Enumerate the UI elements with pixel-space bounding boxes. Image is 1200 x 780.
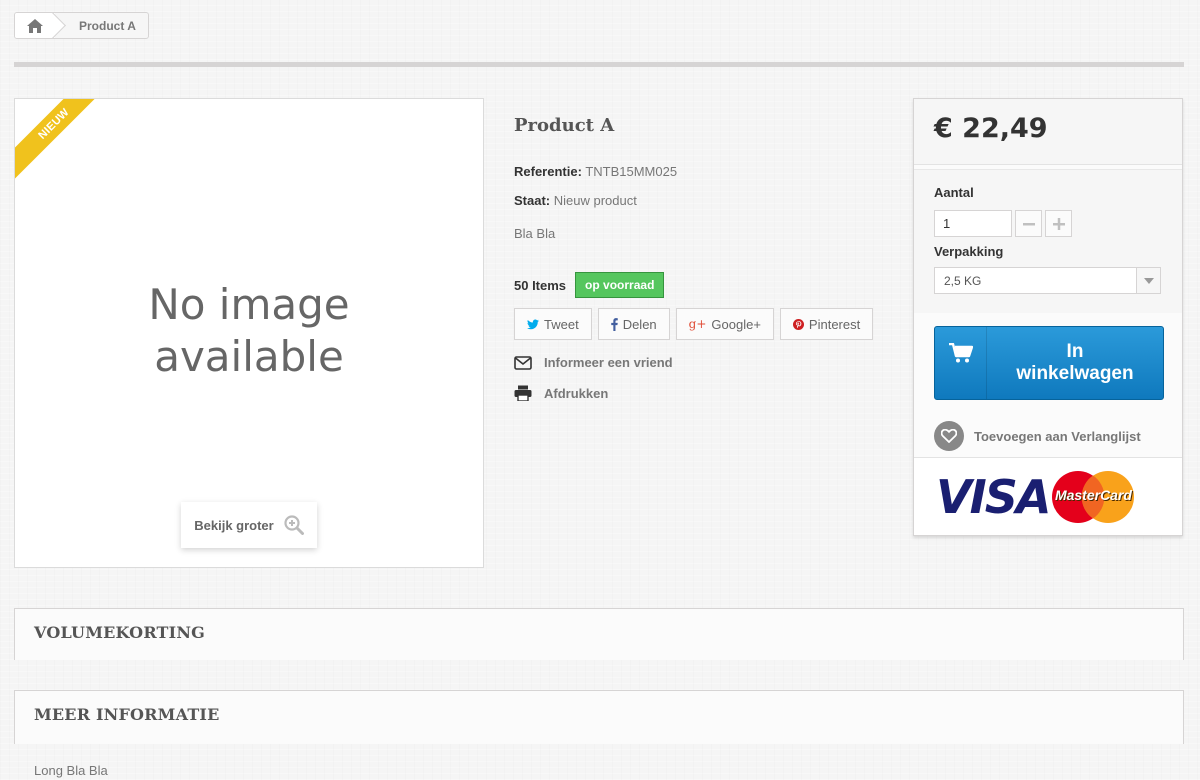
view-larger-label: Bekijk groter bbox=[194, 517, 274, 533]
price-area: € 22,49 bbox=[914, 99, 1182, 165]
quantity-decrease-button[interactable] bbox=[1015, 210, 1042, 237]
wishlist-label: Toevoegen aan Verlanglijst bbox=[974, 428, 1141, 444]
google-plus-icon: g+ bbox=[688, 317, 707, 331]
volume-discount-section: VOLUMEKORTING bbox=[14, 608, 1184, 660]
volume-discount-title: VOLUMEKORTING bbox=[34, 623, 206, 642]
share-pinterest-label: Pinterest bbox=[808, 316, 861, 332]
share-buttons: Tweet Delen g+ Google+ Pinterest bbox=[514, 308, 874, 340]
quantity-input[interactable] bbox=[934, 210, 1012, 237]
print-label: Afdrukken bbox=[544, 385, 609, 401]
stock-count: 50 Items bbox=[514, 277, 567, 293]
breadcrumb-current: Product A bbox=[79, 18, 136, 33]
view-larger-button[interactable]: Bekijk groter bbox=[181, 502, 317, 548]
condition-label: Staat: bbox=[514, 193, 551, 208]
condition-value: Nieuw product bbox=[553, 193, 637, 208]
no-image-placeholder: No image available bbox=[148, 280, 350, 381]
product-price: € 22,49 bbox=[934, 113, 1048, 144]
packaging-selected-value: 2,5 KG bbox=[944, 273, 982, 288]
inform-friend-label: Informeer een vriend bbox=[544, 355, 673, 370]
more-info-section: MEER INFORMATIE bbox=[14, 690, 1184, 744]
add-to-cart-button[interactable]: In winkelwagen bbox=[934, 326, 1164, 400]
share-twitter-button[interactable]: Tweet bbox=[514, 308, 592, 340]
breadcrumb: Product A bbox=[14, 12, 149, 39]
payment-logos: VISA MasterCard bbox=[914, 457, 1182, 535]
facebook-icon bbox=[610, 317, 618, 331]
more-info-title: MEER INFORMATIE bbox=[34, 705, 220, 724]
new-ribbon: NIEUW bbox=[15, 99, 122, 192]
more-info-text: Long Bla Bla bbox=[34, 763, 108, 778]
zoom-in-icon bbox=[284, 515, 304, 535]
share-google-plus-button[interactable]: g+ Google+ bbox=[675, 308, 774, 340]
print-link[interactable]: Afdrukken bbox=[514, 385, 608, 401]
minus-icon bbox=[1022, 222, 1035, 225]
twitter-icon bbox=[527, 319, 539, 329]
quantity-label: Aantal bbox=[934, 185, 974, 200]
pinterest-icon bbox=[792, 318, 804, 330]
share-pinterest-button[interactable]: Pinterest bbox=[779, 308, 874, 340]
home-icon bbox=[27, 18, 43, 33]
product-title: Product A bbox=[514, 115, 615, 136]
envelope-icon bbox=[514, 355, 532, 370]
buy-box: € 22,49 Aantal Verpakking 2,5 KG In w bbox=[913, 98, 1183, 536]
packaging-label: Verpakking bbox=[934, 244, 1004, 259]
plus-icon bbox=[1052, 217, 1065, 230]
print-icon bbox=[514, 385, 532, 401]
add-to-cart-label: In winkelwagen bbox=[1016, 341, 1134, 384]
quantity-increase-button[interactable] bbox=[1045, 210, 1072, 237]
product-image-block: NIEUW No image available Bekijk groter bbox=[14, 98, 484, 568]
condition-line: Staat: Nieuw product bbox=[514, 193, 637, 208]
breadcrumb-home[interactable] bbox=[15, 13, 55, 38]
add-to-wishlist-link[interactable]: Toevoegen aan Verlanglijst bbox=[934, 421, 1141, 451]
packaging-select[interactable]: 2,5 KG bbox=[934, 267, 1161, 294]
product-options: Aantal Verpakking 2,5 KG bbox=[914, 169, 1182, 313]
short-description: Bla Bla bbox=[514, 226, 556, 241]
stock-status-badge: op voorraad bbox=[575, 272, 665, 298]
share-facebook-button[interactable]: Delen bbox=[597, 308, 670, 340]
chevron-down-icon bbox=[1136, 268, 1160, 293]
reference-line: Referentie: TNTB15MM025 bbox=[514, 164, 677, 179]
share-twitter-label: Tweet bbox=[544, 316, 579, 332]
reference-value: TNTB15MM025 bbox=[585, 164, 678, 179]
heart-icon bbox=[934, 421, 964, 451]
reference-label: Referentie: bbox=[514, 164, 582, 179]
stock-line: 50 Items op voorraad bbox=[514, 272, 665, 298]
divider bbox=[14, 62, 1184, 67]
visa-logo: VISA bbox=[936, 469, 1051, 524]
mastercard-logo: MasterCard bbox=[1051, 470, 1135, 524]
cart-icon bbox=[935, 327, 987, 399]
inform-friend-link[interactable]: Informeer een vriend bbox=[514, 355, 673, 370]
share-facebook-label: Delen bbox=[622, 316, 657, 332]
mastercard-text: MasterCard bbox=[1054, 486, 1132, 503]
share-google-plus-label: Google+ bbox=[711, 316, 761, 332]
